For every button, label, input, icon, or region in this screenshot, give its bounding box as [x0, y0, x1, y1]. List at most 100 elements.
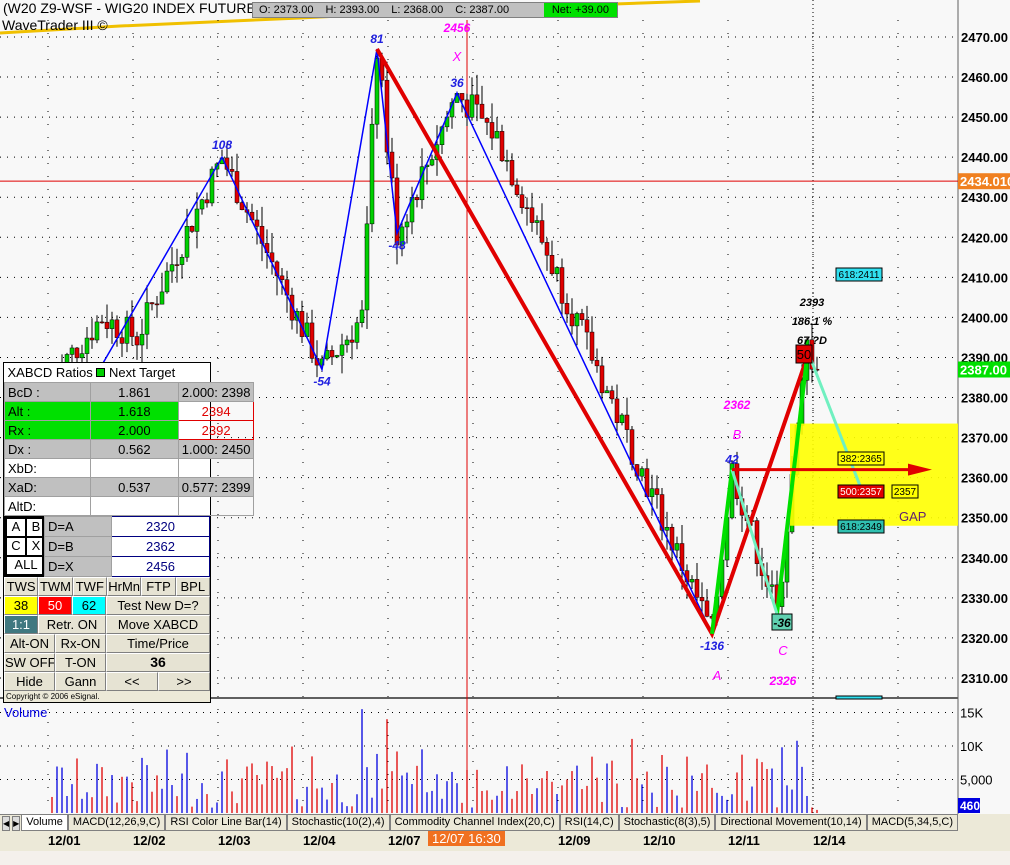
price-tick: 2450.00 [961, 110, 1008, 125]
candle-body [194, 208, 200, 232]
date-label: 12/01 [48, 833, 81, 848]
grid-b[interactable]: B [26, 518, 46, 537]
grid-all[interactable]: ALL [6, 556, 46, 575]
candle-body [134, 336, 140, 346]
candle-body [254, 219, 260, 227]
retr-on-button[interactable]: Retr. ON [38, 615, 106, 634]
candle-body [404, 221, 410, 228]
open-value: O: 2373.00 [259, 4, 314, 16]
ratio-row-bcd: BcD :1.861 2.000: 2398 [3, 382, 255, 402]
tab-rsi[interactable]: RSI(14,C) [559, 815, 619, 831]
volume-title: Volume [4, 705, 47, 720]
one-to-one-button[interactable]: 1:1 [4, 615, 38, 634]
ratio-label[interactable]: Alt : [3, 401, 92, 421]
rx-on-button[interactable]: Rx-ON [55, 634, 106, 653]
t-on-button[interactable]: T-ON [55, 653, 106, 672]
count-display: 36 [106, 653, 210, 672]
candle-body [564, 303, 570, 315]
grid-a[interactable]: A [6, 518, 26, 537]
study-name: WaveTrader III © [2, 17, 108, 33]
sw-off-button[interactable]: SW OFF [4, 653, 55, 672]
candle-body [699, 597, 705, 602]
pivot-label: 81 [370, 32, 384, 46]
ratio-50-button[interactable]: 50 [38, 596, 72, 615]
candle-body [459, 93, 465, 101]
candle-body [349, 339, 355, 343]
ratio-value: 1.861 [90, 382, 179, 402]
prev-button[interactable]: << [106, 672, 158, 691]
ftp-button[interactable]: FTP [141, 577, 176, 596]
price-tick: 2360.00 [961, 471, 1008, 486]
candle-body [149, 302, 155, 305]
scroll-right-icon[interactable]: ▶ [12, 815, 21, 831]
ratio-value: 0.562 [90, 439, 179, 459]
candle-body [529, 207, 535, 223]
target-value [177, 496, 255, 516]
ratio-row-xbd: XbD: [3, 458, 255, 478]
date-label: 12/10 [643, 833, 676, 848]
price-tick: 2370.00 [961, 431, 1008, 446]
pivot-label: 108 [212, 138, 232, 152]
hide-button[interactable]: Hide [4, 672, 55, 691]
candle-body [524, 207, 530, 209]
b-price-label: 2362 [723, 398, 751, 412]
x-label: X [452, 49, 463, 64]
tab-rsi-color-line-bar[interactable]: RSI Color Line Bar(14) [165, 815, 287, 831]
price-tick: 2470.00 [961, 30, 1008, 45]
target-500-value: 2357 [894, 487, 917, 498]
gap-zone [790, 423, 958, 526]
candle-body [674, 543, 680, 551]
tab-directional-movement[interactable]: Directional Movement(10,14) [715, 815, 867, 831]
candle-body [629, 429, 635, 465]
ratio-label[interactable]: Rx : [3, 420, 92, 440]
candle-body [139, 333, 145, 346]
pivot-label: -48 [388, 238, 406, 252]
tab-volume[interactable]: Volume [21, 815, 68, 831]
offscreen-target [835, 695, 883, 700]
next-button[interactable]: >> [158, 672, 210, 691]
ratio-value: 2.000 [90, 420, 179, 440]
date-label: 12/14 [813, 833, 846, 848]
candle-body [359, 309, 365, 323]
scroll-left-icon[interactable]: ◀ [2, 815, 11, 831]
price-tick: 2410.00 [961, 270, 1008, 285]
d-label: D=A [44, 516, 112, 537]
candle-body [469, 94, 475, 118]
ratio-62-button[interactable]: 62 [72, 596, 106, 615]
tab-cci[interactable]: Commodity Channel Index(20,C) [389, 815, 560, 831]
candle-body [179, 257, 185, 265]
tab-macd-2[interactable]: MACD(5,34,5,C) [866, 815, 958, 831]
bpl-button[interactable]: BPL [175, 577, 210, 596]
ratio-label: XaD: [3, 477, 92, 497]
twf-button[interactable]: TWF [72, 577, 107, 596]
candle-body [154, 303, 160, 306]
alt-on-button[interactable]: Alt-ON [4, 634, 55, 653]
candle-body [599, 365, 605, 394]
d-price-label: 2393 [799, 297, 824, 309]
candle-body [539, 220, 545, 243]
target-value: 2392 [177, 420, 255, 440]
grid-c[interactable]: C [6, 537, 26, 556]
tab-stochastic-2[interactable]: Stochastic(8(3),5) [618, 815, 716, 831]
high-value: H: 2393.00 [325, 4, 380, 16]
candle-body [189, 226, 195, 232]
candle-body [559, 267, 565, 304]
ratio-38-button[interactable]: 38 [4, 596, 38, 615]
candle-body [639, 468, 645, 477]
grid-x[interactable]: X [26, 537, 46, 556]
date-label: 12/07 [388, 833, 421, 848]
twm-button[interactable]: TWM [38, 577, 73, 596]
time-price-button[interactable]: Time/Price [106, 634, 210, 653]
move-xabcd-button[interactable]: Move XABCD [106, 615, 210, 634]
candle-body [109, 319, 115, 329]
target-value: 2.000: 2398 [177, 382, 255, 402]
gann-button[interactable]: Gann [55, 672, 106, 691]
tab-stochastic[interactable]: Stochastic(10(2),4) [286, 815, 390, 831]
candle-body [204, 199, 210, 204]
tab-macd[interactable]: MACD(12,26,9,C) [67, 815, 166, 831]
test-new-d-button[interactable]: Test New D=? [106, 596, 210, 615]
hrmn-button[interactable]: HrMn [106, 577, 142, 596]
candle-body [69, 347, 75, 355]
tws-button[interactable]: TWS [4, 577, 39, 596]
candle-body [579, 313, 585, 320]
